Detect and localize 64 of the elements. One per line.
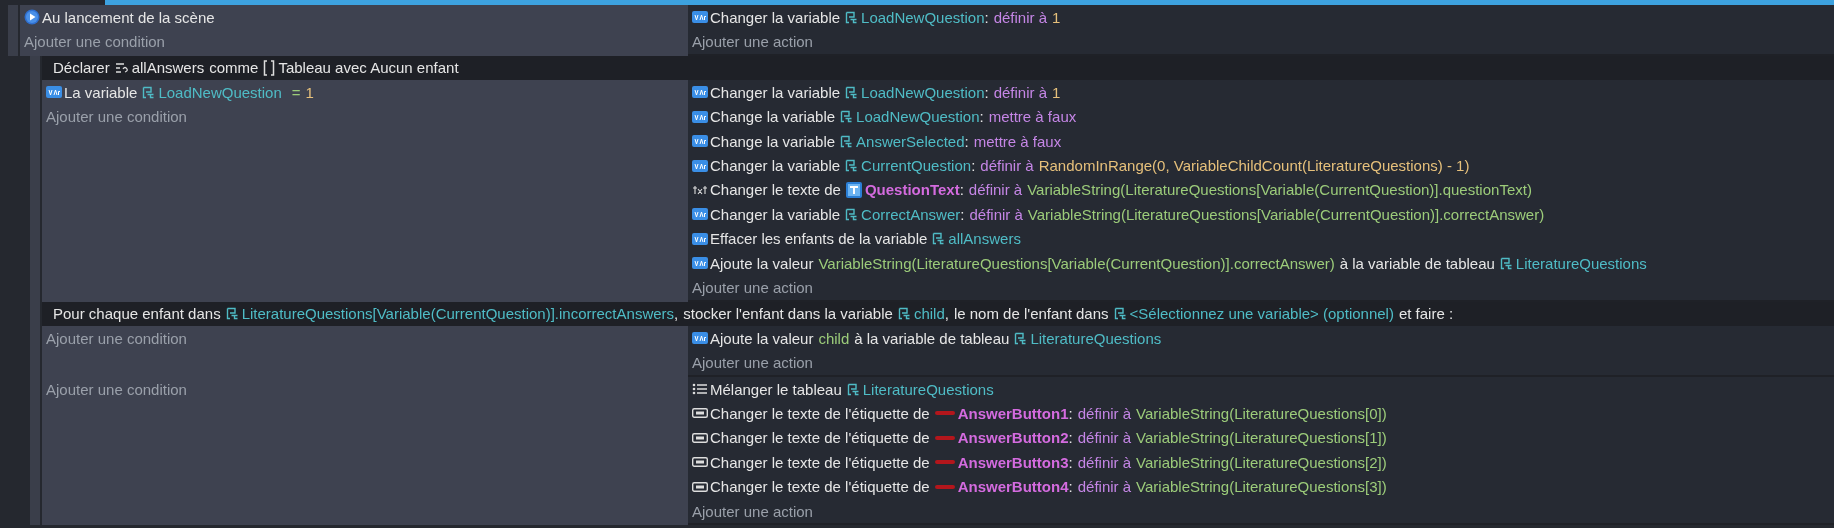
- action-row[interactable]: Changer le texte de l'étiquette de AnswerButton2: définir à VariableString(LiteratureQuestions[1]): [692, 425, 1834, 451]
- button-icon: [692, 480, 708, 493]
- condition-row[interactable]: La variable LoadNewQuestion = 1: [46, 80, 688, 105]
- variable-icon: [142, 85, 156, 99]
- variable-icon: [225, 307, 239, 321]
- action-row[interactable]: Changer la variable CurrentQuestion: définir à RandomInRange(0, VariableChildCount(LiteratureQuestions) - 1): [692, 153, 1834, 178]
- variable-icon: [692, 207, 708, 222]
- action-row[interactable]: Change la variable LoadNewQuestion: mettre à faux: [692, 104, 1834, 129]
- variable-icon: [692, 10, 708, 25]
- play-icon: [24, 9, 40, 26]
- variable-icon: [840, 110, 854, 124]
- variable-icon: [1113, 307, 1127, 321]
- variable-icon: [692, 109, 708, 124]
- add-condition-link[interactable]: Ajouter une condition: [24, 29, 688, 54]
- variable-icon: [692, 134, 708, 149]
- bar-icon: [934, 483, 955, 490]
- add-action-link[interactable]: Ajouter une action: [692, 275, 1834, 300]
- bar-icon: [934, 459, 955, 466]
- add-condition-link[interactable]: Ajouter une condition: [46, 326, 688, 351]
- variable-icon: [846, 382, 860, 396]
- action-row[interactable]: Changer le texte de l'étiquette de AnswerButton3: définir à VariableString(LiteratureQuestions[2]): [692, 450, 1834, 475]
- variable-icon: [845, 10, 859, 24]
- button-icon: [692, 431, 708, 444]
- action-row[interactable]: Changer le texte de l'étiquette de AnswerButton4: définir à VariableString(LiteratureQuestions[3]): [692, 474, 1834, 499]
- variable-icon: [897, 307, 911, 321]
- variable-icon: [692, 158, 708, 173]
- add-condition-link[interactable]: Ajouter une condition: [46, 104, 688, 129]
- list-icon: [692, 382, 708, 397]
- add-action-link[interactable]: Ajouter une action: [692, 498, 1834, 524]
- action-row[interactable]: Mélanger le tableau LiteratureQuestions: [692, 376, 1834, 402]
- variable-icon: [692, 256, 708, 271]
- declaration-row[interactable]: Déclarer allAnswers comme Tableau avec Aucun enfant: [42, 55, 1834, 81]
- variable-icon: [1499, 256, 1513, 270]
- variable-icon: [845, 159, 859, 173]
- action-row[interactable]: Changer le texte de l'étiquette de AnswerButton1: définir à VariableString(LiteratureQuestions[0]): [692, 401, 1834, 426]
- action-row[interactable]: Changer la variable LoadNewQuestion: définir à 1: [692, 5, 1834, 30]
- variable-icon: [692, 85, 708, 100]
- variable-icon: [692, 231, 708, 246]
- button-icon: [692, 407, 708, 420]
- brackets-icon: [263, 59, 276, 76]
- add-condition-link[interactable]: Ajouter une condition: [46, 376, 688, 402]
- variable-icon: [46, 85, 62, 100]
- action-row[interactable]: Ajoute la valeur child à la variable de tableau LiteratureQuestions: [692, 326, 1834, 351]
- for-each-header[interactable]: Pour chaque enfant dans LiteratureQuestions[Variable(CurrentQuestion)].incorrectAnswers, stocker l'enfant dans la variable child, le nom de l'enfant dans <Sélectionnez une variable> (optionnel) et faire :: [42, 301, 1834, 327]
- action-row[interactable]: Changer la variable CorrectAnswer: définir à VariableString(LiteratureQuestions[Variable(CurrentQuestion)].correctAnswer): [692, 202, 1834, 227]
- variable-icon: [845, 85, 859, 99]
- action-row[interactable]: Changer la variable LoadNewQuestion: définir à 1: [692, 80, 1834, 105]
- add-action-link[interactable]: Ajouter une action: [692, 29, 1834, 54]
- condition-row[interactable]: Au lancement de la scène: [24, 5, 688, 30]
- add-action-link[interactable]: Ajouter une action: [692, 350, 1834, 375]
- bar-icon: [934, 434, 955, 441]
- variable-icon: [840, 134, 854, 148]
- action-row[interactable]: Ajoute la valeur VariableString(LiteratureQuestions[Variable(CurrentQuestion)].correctAnswer) à la variable de tableau LiteratureQuestions: [692, 250, 1834, 276]
- variable-icon: [1014, 331, 1028, 345]
- action-row[interactable]: Change la variable AnswerSelected: mettre à faux: [692, 128, 1834, 154]
- text-object-icon: [845, 181, 862, 198]
- bar-icon: [934, 410, 955, 417]
- variable-icon: [692, 331, 708, 346]
- structure-icon: [114, 61, 129, 74]
- button-icon: [692, 456, 708, 469]
- variable-icon: [932, 232, 946, 246]
- action-row[interactable]: Effacer les enfants de la variable allAnswers: [692, 226, 1834, 251]
- action-row[interactable]: Changer le texte de QuestionText: définir à VariableString(LiteratureQuestions[Variable(CurrentQuestion)].questionText): [692, 177, 1834, 203]
- variable-icon: [845, 207, 859, 221]
